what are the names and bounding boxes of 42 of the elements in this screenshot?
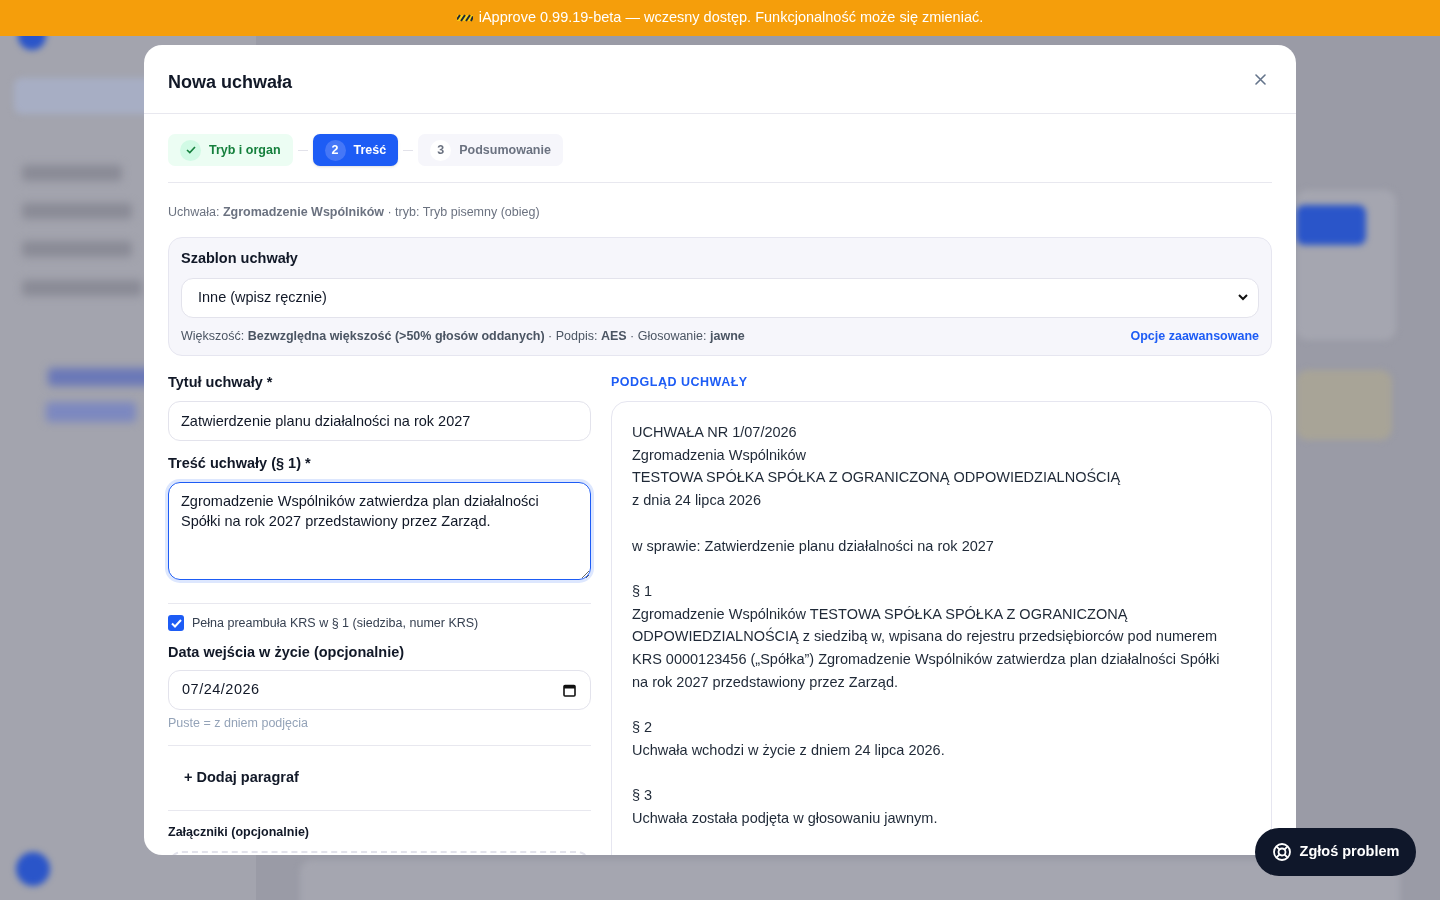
preview-line: § 3 — [632, 786, 654, 806]
preview-line: w sprawie: Zatwierdzenie planu działalności na rok 2027 — [632, 536, 995, 556]
step-number: 2 — [324, 139, 346, 161]
step-number: 3 — [430, 139, 452, 161]
construction-barrier-icon — [456, 12, 473, 24]
field-label: Data wejścia w życie (opcjonalnie) — [168, 642, 406, 662]
lifebuoy-icon — [1271, 842, 1292, 862]
banner-text: iApprove 0.99.19-beta — wczesny dostęp. Funkcjonalność może się zmieniać. — [478, 8, 984, 28]
preview-line: Uchwała została podjęta w głosowaniu jawnym. — [632, 808, 939, 828]
content-textarea[interactable]: Zgromadzenie Wspólników zatwierdza plan działalności Spółki na rok 2027 przedstawiony przez Zarząd. — [168, 481, 591, 580]
step-tab[interactable]: 2 Treść — [312, 134, 399, 166]
field-label: Tytuł uchwały * — [168, 373, 274, 393]
title-field[interactable]: Zatwierdzenie planu działalności na rok 2027 — [168, 401, 591, 441]
template-rules: Większość: Bezwzględna większość (>50% głosów oddanych) · Podpis: AES · Głosowanie: jawne — [181, 327, 745, 345]
preview-line: TESTOWA SPÓŁKA SPÓŁKA Z OGRANICZONĄ ODPOWIEDZIALNOŚCIĄ — [632, 467, 1122, 488]
report-problem-button[interactable]: Zgłoś problem — [1255, 828, 1416, 876]
preview-line: z dnia 24 lipca 2026 — [632, 491, 762, 511]
dialog-title: Nowa uchwała — [168, 70, 293, 94]
field-label: Szablon uchwały — [181, 248, 299, 268]
chevron-down-icon — [1238, 294, 1248, 301]
preview-line: § 1 — [632, 581, 654, 601]
field-label: Treść uchwały (§ 1) * — [168, 454, 312, 473]
advanced-options-link[interactable]: Opcje zaawansowane — [1130, 326, 1259, 346]
step-tab[interactable]: 3 Podsumowanie — [418, 134, 563, 166]
resolution-context: Uchwała: Zgromadzenie Wspólników · tryb: Tryb pisemny (obieg) — [168, 204, 541, 221]
preview-heading: PODGLĄD UCHWAŁY — [611, 374, 749, 392]
preview-line: Zgromadzenia Wspólników — [632, 445, 808, 465]
add-paragraph-button[interactable]: + Dodaj paragraf — [168, 758, 315, 798]
preview-line: § 2 — [632, 718, 654, 738]
preview-line: Uchwała wchodzi w życie z dniem 24 lipca 2026. — [632, 740, 946, 760]
calendar-icon — [563, 683, 576, 697]
field-label: Załączniki (opcjonalnie) — [168, 824, 310, 841]
step-tab[interactable]: Tryb i organ — [168, 134, 293, 166]
field-hint: Puste = z dniem podjęcia — [168, 715, 309, 733]
preview-line: UCHWAŁA NR 1/07/2026 — [632, 423, 798, 442]
checkbox-label: Pełna preambuła KRS w § 1 (siedziba, numer KRS) — [192, 614, 479, 632]
template-select[interactable]: Inne (wpisz ręcznie) — [181, 277, 1259, 318]
check-icon — [185, 146, 196, 154]
checkbox[interactable] — [168, 615, 184, 632]
date-field[interactable]: 07/24/2026 — [168, 670, 591, 711]
close-icon — [1254, 73, 1266, 85]
preview-line: Zgromadzenie Wspólników TESTOWA SPÓŁKA SPÓŁKA Z OGRANICZONĄ ODPOWIEDZIALNOŚCIĄ z siedzibą w, wpisana do rejestru przedsiębiorców pod numerem KRS 0000123456 („Spółka”) Zgromadzenie Wspólników zatwierdza plan działalności Spółki na rok 2027 przedstawiony przez Zarząd. — [632, 604, 1221, 692]
